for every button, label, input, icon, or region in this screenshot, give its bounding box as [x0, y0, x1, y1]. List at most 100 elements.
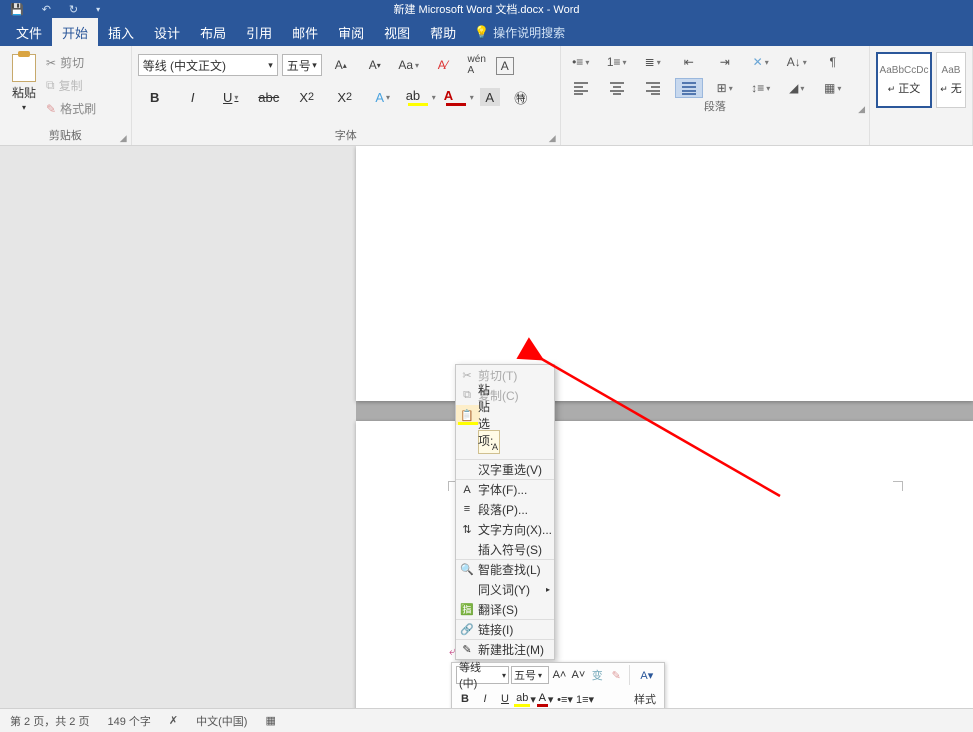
- show-marks-button[interactable]: ¶: [819, 52, 847, 72]
- tab-references[interactable]: 引用: [236, 18, 282, 46]
- context-menu: ✂剪切(T) ⧉复制(C) 📋粘贴选项: A 汉字重选(V) A字体(F)...…: [455, 364, 555, 660]
- clear-format-button[interactable]: A⁄: [428, 54, 458, 76]
- char-border-button[interactable]: A: [496, 57, 514, 75]
- status-page[interactable]: 第 2 页，共 2 页: [10, 713, 89, 729]
- mini-styles-button[interactable]: A▾: [634, 666, 660, 684]
- font-dialog-launcher[interactable]: ◢: [549, 129, 556, 147]
- mini-underline[interactable]: U: [496, 690, 514, 708]
- strike-button[interactable]: abc: [252, 86, 286, 108]
- align-right-button[interactable]: [639, 78, 667, 98]
- increase-indent-button[interactable]: ⇥: [711, 52, 739, 72]
- status-proofing-icon[interactable]: ✗: [169, 714, 178, 727]
- multilevel-button[interactable]: ≣: [639, 52, 667, 72]
- borders-button[interactable]: ▦: [819, 78, 847, 98]
- shrink-font-button[interactable]: A▾: [360, 54, 390, 76]
- mini-grow-font[interactable]: A˄: [551, 666, 568, 684]
- mini-format-painter[interactable]: ✎: [608, 666, 625, 684]
- tab-design[interactable]: 设计: [144, 18, 190, 46]
- char-shading-button[interactable]: A: [480, 88, 500, 106]
- mini-size-combo[interactable]: 五号▾: [511, 666, 549, 684]
- grow-font-button[interactable]: A▴: [326, 54, 356, 76]
- status-wordcount[interactable]: 149 个字: [107, 713, 150, 729]
- font-size-combo[interactable]: 五号▾: [282, 54, 322, 76]
- cut-button[interactable]: ✂剪切: [46, 54, 96, 71]
- ctx-paste-options: A: [456, 425, 554, 459]
- phonetic-guide-button[interactable]: wénA: [462, 54, 492, 76]
- tab-home[interactable]: 开始: [52, 18, 98, 46]
- mini-italic[interactable]: I: [476, 690, 494, 708]
- ctx-copy[interactable]: ⧉复制(C): [456, 385, 554, 405]
- font-color-button[interactable]: A: [442, 86, 476, 108]
- ctx-synonyms[interactable]: 同义词(Y)▸: [456, 579, 554, 599]
- mini-font-color[interactable]: A▾: [536, 690, 554, 708]
- align-left-button[interactable]: [567, 78, 595, 98]
- highlight-button[interactable]: ab: [404, 86, 438, 108]
- line-spacing-button[interactable]: ↕≡: [747, 78, 775, 98]
- align-justify-button[interactable]: [675, 78, 703, 98]
- style-normal[interactable]: AaBbCcDc ↵ 正文: [876, 52, 932, 108]
- mini-highlight[interactable]: ab▾: [516, 690, 534, 708]
- ctx-paragraph[interactable]: ≡段落(P)...: [456, 499, 554, 519]
- numbering-button[interactable]: 1≡: [603, 52, 631, 72]
- window-title: 新建 Microsoft Word 文档.docx - Word: [393, 1, 579, 17]
- ctx-smart-lookup[interactable]: 🔍智能查找(L): [456, 559, 554, 579]
- paste-button[interactable]: 粘贴 ▾: [6, 50, 42, 127]
- italic-button[interactable]: I: [176, 86, 210, 108]
- align-center-button[interactable]: [603, 78, 631, 98]
- tab-file[interactable]: 文件: [6, 18, 52, 46]
- superscript-button[interactable]: X2: [328, 86, 362, 108]
- ctx-link[interactable]: 🔗链接(I): [456, 619, 554, 639]
- tab-mailings[interactable]: 邮件: [282, 18, 328, 46]
- shading-button[interactable]: ◢: [783, 78, 811, 98]
- group-label-font: 字体: [335, 130, 357, 142]
- decrease-indent-button[interactable]: ⇤: [675, 52, 703, 72]
- ctx-hanzi[interactable]: 汉字重选(V): [456, 459, 554, 479]
- mini-bullets[interactable]: •≡▾: [556, 690, 574, 708]
- para-dialog-launcher[interactable]: ◢: [858, 100, 865, 118]
- qat-customize-icon[interactable]: ▾: [96, 5, 100, 14]
- change-case-button[interactable]: Aa: [394, 54, 424, 76]
- status-language[interactable]: 中文(中国): [196, 713, 247, 729]
- translate-icon: 🈯: [459, 603, 475, 616]
- subscript-button[interactable]: X2: [290, 86, 324, 108]
- ctx-cut[interactable]: ✂剪切(T): [456, 365, 554, 385]
- mini-phonetic[interactable]: 变: [589, 666, 606, 684]
- undo-icon[interactable]: ↶: [42, 3, 51, 16]
- clipboard-dialog-launcher[interactable]: ◢: [120, 129, 127, 147]
- distribute-button[interactable]: ⊞: [711, 78, 739, 98]
- tab-help[interactable]: 帮助: [420, 18, 466, 46]
- ctx-font[interactable]: A字体(F)...: [456, 479, 554, 499]
- asian-layout-button[interactable]: ✕: [747, 52, 775, 72]
- format-painter-button[interactable]: ✎格式刷: [46, 100, 96, 117]
- mini-styles-label[interactable]: 样式: [630, 690, 660, 708]
- ctx-text-direction[interactable]: ⇅文字方向(X)...: [456, 519, 554, 539]
- copy-button[interactable]: ⧉复制: [46, 77, 96, 94]
- mini-bold[interactable]: B: [456, 690, 474, 708]
- tab-view[interactable]: 视图: [374, 18, 420, 46]
- mini-numbering[interactable]: 1≡▾: [576, 690, 594, 708]
- page-1[interactable]: [356, 146, 973, 401]
- ctx-insert-symbol[interactable]: 插入符号(S): [456, 539, 554, 559]
- tab-layout[interactable]: 布局: [190, 18, 236, 46]
- redo-icon[interactable]: ↻: [69, 3, 78, 16]
- ctx-new-comment[interactable]: ✎新建批注(M): [456, 639, 554, 659]
- text-effects-button[interactable]: A: [366, 86, 400, 108]
- group-paragraph: •≡ 1≡ ≣ ⇤ ⇥ ✕ A↓ ¶ ⊞ ↕≡ ◢ ▦ 段落◢: [561, 46, 870, 145]
- tell-me-search[interactable]: 💡 操作说明搜索: [474, 18, 565, 46]
- ctx-translate[interactable]: 🈯翻译(S): [456, 599, 554, 619]
- sort-button[interactable]: A↓: [783, 52, 811, 72]
- bullets-button[interactable]: •≡: [567, 52, 595, 72]
- document-area[interactable]: ⤶ ✂剪切(T) ⧉复制(C) 📋粘贴选项: A 汉字重选(V) A字体(F).…: [0, 146, 973, 708]
- para-icon: ≡: [459, 503, 475, 515]
- style-nospacing[interactable]: AaB ↵ 无: [936, 52, 966, 108]
- save-icon[interactable]: 💾: [10, 3, 24, 16]
- tab-insert[interactable]: 插入: [98, 18, 144, 46]
- mini-font-combo[interactable]: 等线 (中)▾: [456, 666, 509, 684]
- underline-button[interactable]: U: [214, 86, 248, 108]
- font-name-combo[interactable]: 等线 (中文正文)▾: [138, 54, 278, 76]
- tab-review[interactable]: 审阅: [328, 18, 374, 46]
- status-macro-icon[interactable]: ▦: [265, 714, 275, 727]
- bold-button[interactable]: B: [138, 86, 172, 108]
- enclose-char-button[interactable]: ㊕: [504, 86, 538, 108]
- mini-shrink-font[interactable]: A˅: [570, 666, 587, 684]
